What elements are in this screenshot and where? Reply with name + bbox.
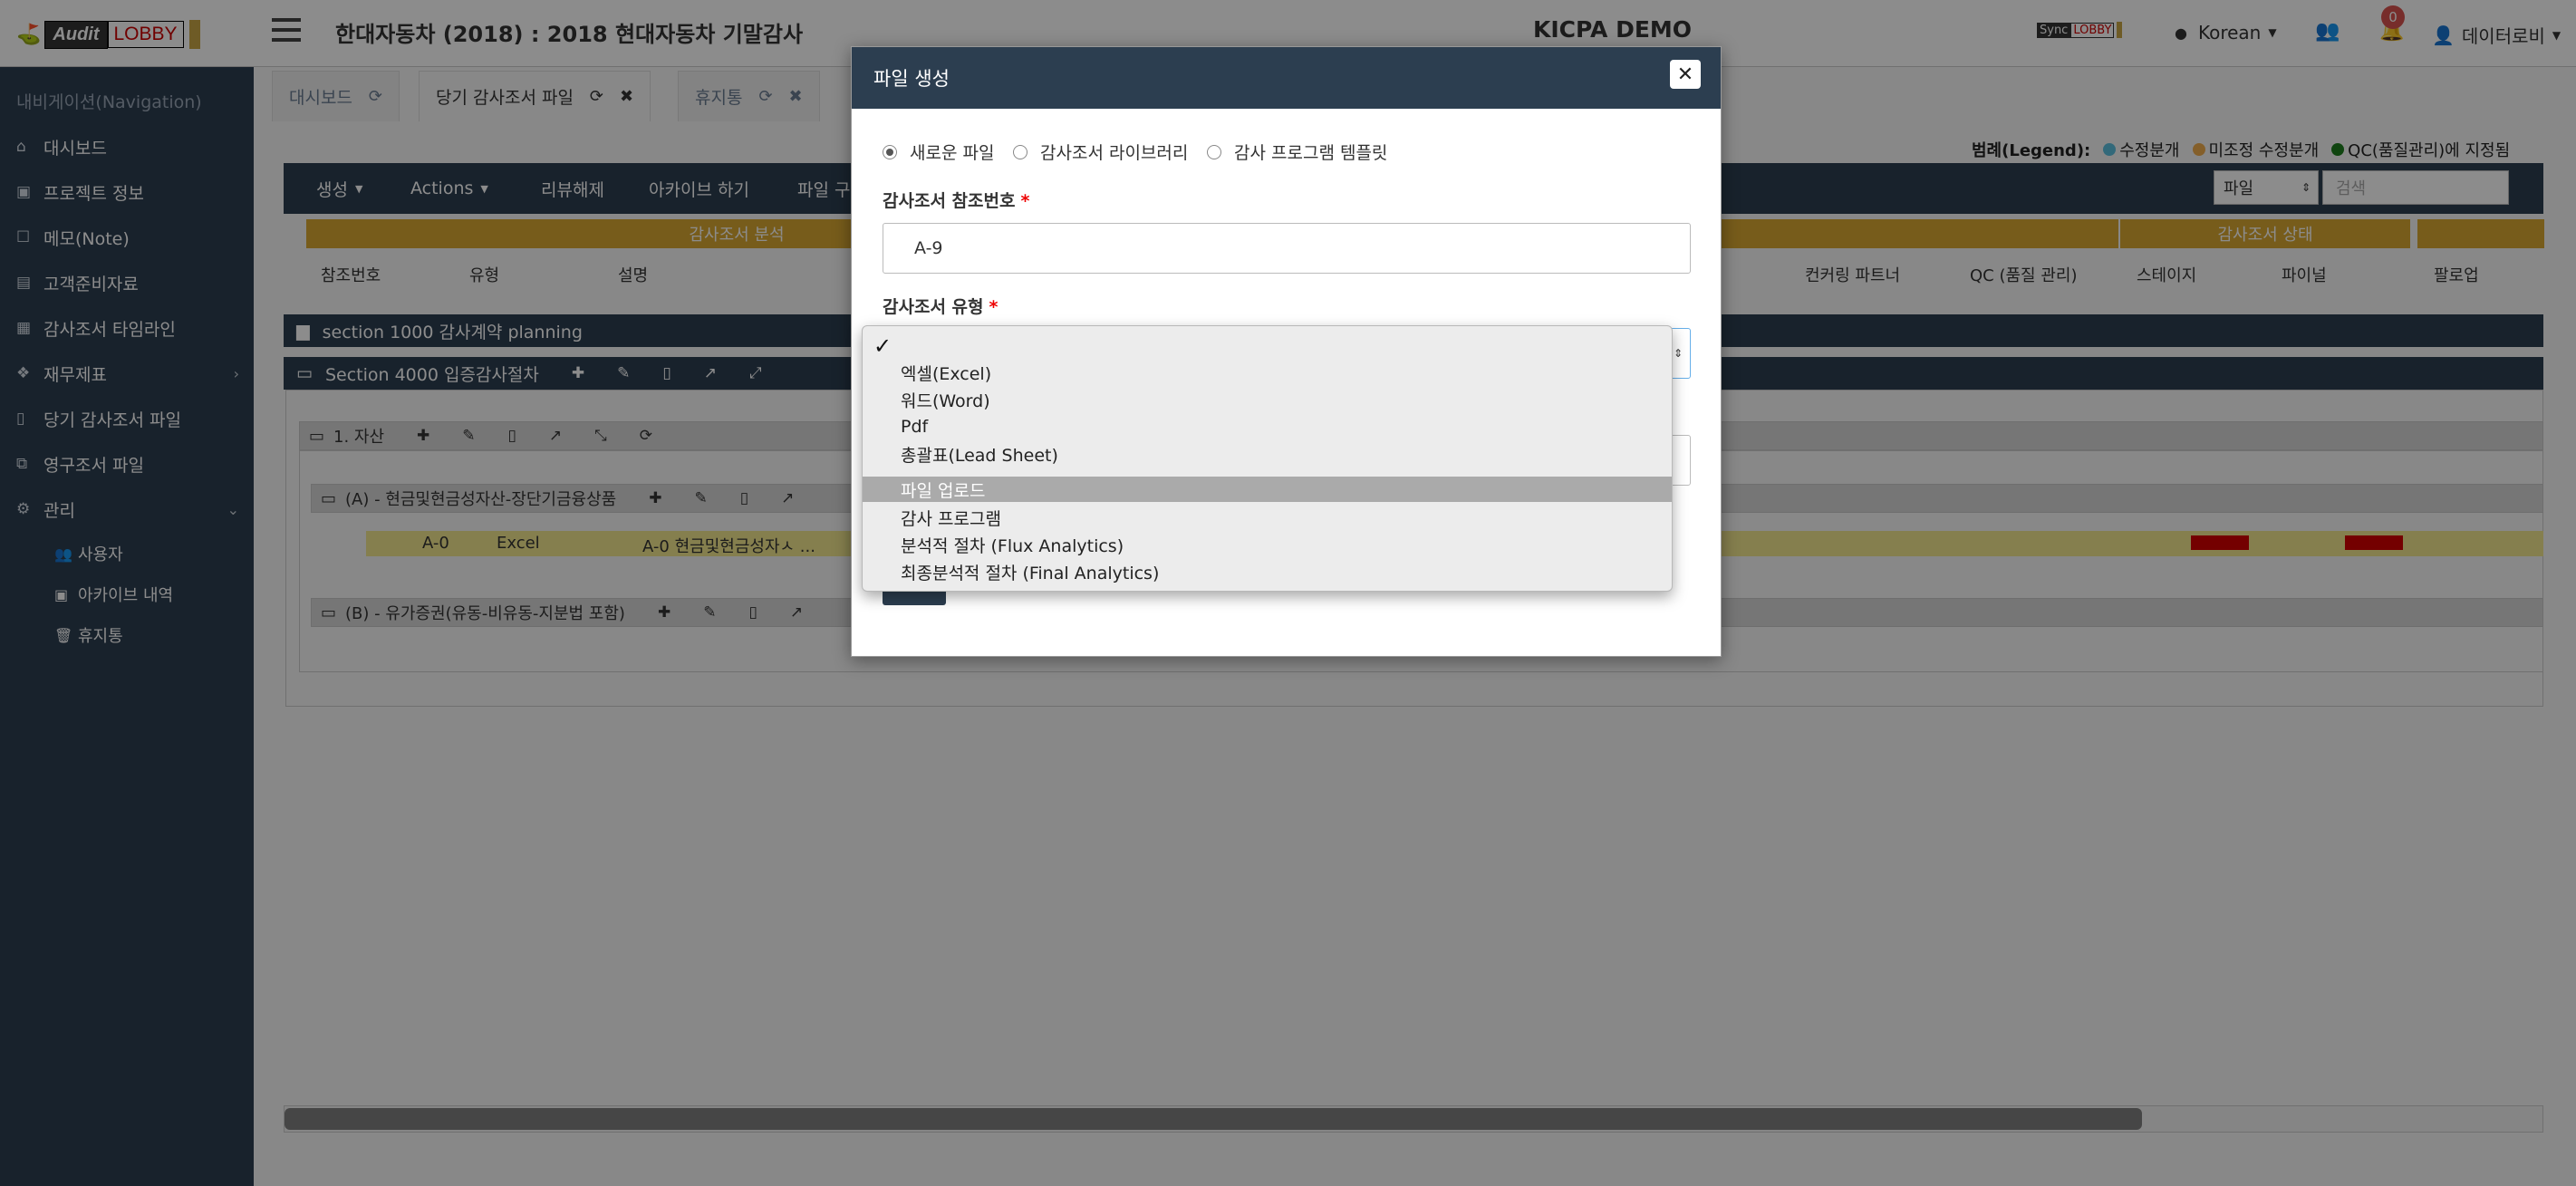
type-dropdown-list: ✓ 엑셀(Excel) 워드(Word) Pdf 총괄표(Lead Sheet)… <box>862 325 1673 592</box>
option-file-upload[interactable]: 파일 업로드 <box>863 477 1672 502</box>
required-mark: * <box>989 297 999 317</box>
radio-template[interactable]: 감사 프로그램 템플릿 <box>1207 140 1387 164</box>
option-pdf[interactable]: Pdf <box>863 413 1672 440</box>
option-excel[interactable]: 엑셀(Excel) <box>863 359 1672 386</box>
modal-title: 파일 생성 <box>873 68 950 90</box>
ref-number-input[interactable]: A-9 <box>883 223 1691 274</box>
type-label-text: 감사조서 유형 <box>883 297 984 317</box>
ref-label: 감사조서 참조번호 * <box>883 188 1029 212</box>
updown-icon: ⇕ <box>1673 347 1683 360</box>
radio-label: 새로운 파일 <box>910 143 995 163</box>
radio-label: 감사조서 라이브러리 <box>1040 143 1189 163</box>
modal-header: 파일 생성 ✕ <box>852 47 1721 109</box>
radio-circle[interactable] <box>883 144 897 159</box>
radio-label: 감사 프로그램 템플릿 <box>1234 143 1388 163</box>
radio-circle[interactable] <box>1207 144 1221 159</box>
option-final-analytics[interactable]: 최종분석적 절차 (Final Analytics) <box>863 558 1672 585</box>
radio-circle[interactable] <box>1013 144 1028 159</box>
option-audit-program[interactable]: 감사 프로그램 <box>863 504 1672 531</box>
option-flux-analytics[interactable]: 분석적 절차 (Flux Analytics) <box>863 531 1672 558</box>
close-icon[interactable]: ✕ <box>1670 60 1701 89</box>
ref-label-text: 감사조서 참조번호 <box>883 191 1016 211</box>
radio-new-file[interactable]: 새로운 파일 <box>883 140 994 164</box>
radio-library[interactable]: 감사조서 라이브러리 <box>1013 140 1188 164</box>
option-word[interactable]: 워드(Word) <box>863 386 1672 413</box>
checkmark-icon: ✓ <box>873 333 892 359</box>
required-mark: * <box>1020 191 1030 211</box>
type-label: 감사조서 유형 * <box>883 294 998 318</box>
option-lead-sheet[interactable]: 총괄표(Lead Sheet) <box>863 440 1672 468</box>
